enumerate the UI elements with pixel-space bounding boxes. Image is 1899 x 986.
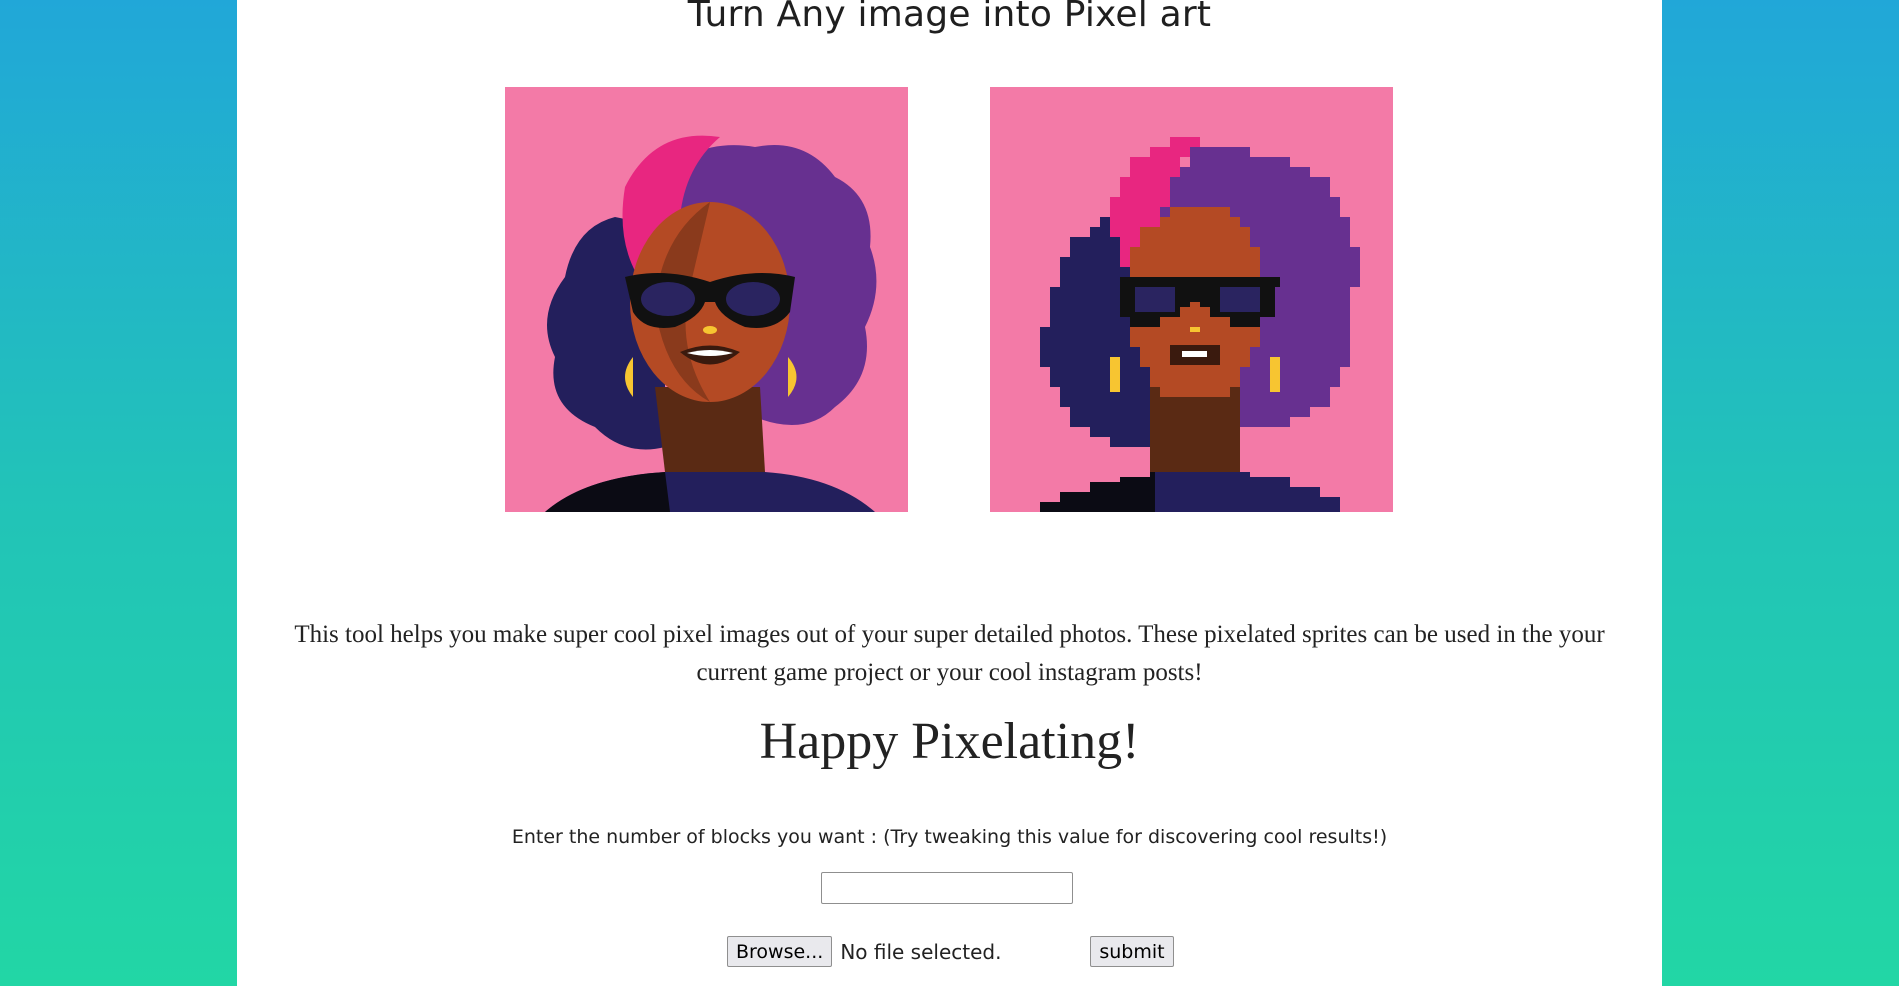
browse-button[interactable]: Browse...: [727, 936, 833, 967]
original-image: [505, 87, 908, 512]
content-panel: Turn Any image into Pixel art This tool …: [237, 0, 1662, 986]
blocks-prompt: Enter the number of blocks you want : (T…: [511, 826, 1388, 848]
file-upload-row: Browse... No file selected. submit: [727, 936, 1174, 967]
submit-button[interactable]: submit: [1090, 936, 1174, 967]
file-status: No file selected.: [840, 939, 1002, 964]
pixelated-image: [990, 87, 1393, 512]
description: This tool helps you make super cool pixe…: [294, 621, 1605, 686]
blocks-input[interactable]: [821, 872, 1073, 904]
page-title: Turn Any image into Pixel art: [687, 0, 1212, 35]
tagline: Happy Pixelating!: [759, 713, 1140, 770]
